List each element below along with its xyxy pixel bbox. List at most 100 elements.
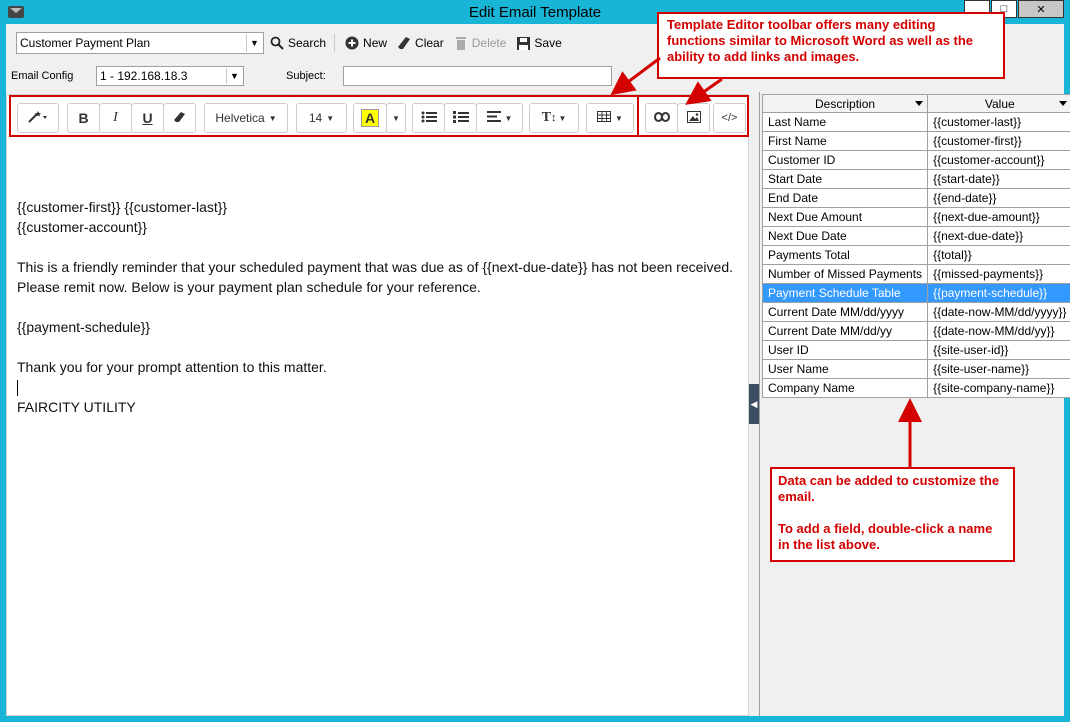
field-value[interactable]: {{customer-first}} bbox=[927, 131, 1070, 151]
insert-image-button[interactable] bbox=[677, 103, 710, 133]
template-editor[interactable]: B I U Helvetica ▼ 14 ▼ A ▼ ▼ T ↕ ▼ ▼ </>… bbox=[6, 94, 749, 716]
table-row[interactable]: Next Due Amount {{next-due-amount}} bbox=[761, 207, 1070, 227]
numbered-list-button[interactable] bbox=[444, 103, 477, 133]
field-description[interactable]: User Name bbox=[761, 359, 929, 379]
subject-input[interactable] bbox=[343, 66, 612, 86]
chevron-down-icon[interactable]: ▼ bbox=[246, 34, 262, 52]
clear-button-label: Clear bbox=[415, 36, 444, 50]
table-row[interactable]: Company Name {{site-company-name}} bbox=[761, 378, 1070, 398]
code-view-button[interactable]: </> bbox=[713, 103, 746, 133]
save-button[interactable]: Save bbox=[516, 36, 562, 50]
field-value[interactable]: {{total}} bbox=[927, 245, 1070, 265]
field-value[interactable]: {{date-now-MM/dd/yyyy}} bbox=[927, 302, 1070, 322]
table-row[interactable]: Current Date MM/dd/yyyy {{date-now-MM/dd/… bbox=[761, 302, 1070, 322]
field-value[interactable]: {{site-user-id}} bbox=[927, 340, 1070, 360]
field-description[interactable]: Company Name bbox=[761, 378, 929, 398]
table-row[interactable]: User ID {{site-user-id}} bbox=[761, 340, 1070, 360]
field-description[interactable]: Next Due Date bbox=[761, 226, 929, 246]
field-description[interactable]: Current Date MM/dd/yyyy bbox=[761, 302, 929, 322]
subject-label: Subject: bbox=[286, 70, 326, 82]
field-value[interactable]: {{start-date}} bbox=[927, 169, 1070, 189]
font-family-dropdown[interactable]: Helvetica ▼ bbox=[204, 103, 288, 133]
chevron-down-icon[interactable]: ▼ bbox=[226, 68, 242, 84]
search-icon bbox=[270, 36, 284, 50]
table-row[interactable]: Customer ID {{customer-account}} bbox=[761, 150, 1070, 170]
main-toolbar: Customer Payment Plan ▼ Search New Clear bbox=[16, 32, 562, 54]
email-config-label: Email Config bbox=[11, 70, 74, 82]
toolbar-divider bbox=[334, 34, 336, 52]
table-row-selected[interactable]: Payment Schedule Table {{payment-schedule… bbox=[761, 283, 1070, 303]
delete-button[interactable]: Delete bbox=[454, 36, 506, 50]
field-description[interactable]: First Name bbox=[761, 131, 929, 151]
field-value[interactable]: {{customer-account}} bbox=[927, 150, 1070, 170]
field-value[interactable]: {{missed-payments}} bbox=[927, 264, 1070, 284]
highlight-color-dropdown[interactable]: ▼ bbox=[386, 103, 406, 133]
table-row[interactable]: User Name {{site-user-name}} bbox=[761, 359, 1070, 379]
table-row[interactable]: Start Date {{start-date}} bbox=[761, 169, 1070, 189]
field-description[interactable]: User ID bbox=[761, 340, 929, 360]
data-callout-text-1: Data can be added to customize the email… bbox=[778, 473, 1000, 504]
email-config-select[interactable]: 1 - 192.168.18.3 ▼ bbox=[96, 66, 244, 86]
field-value[interactable]: {{next-due-amount}} bbox=[927, 207, 1070, 227]
underline-button[interactable]: U bbox=[131, 103, 164, 133]
field-description[interactable]: Payments Total bbox=[761, 245, 929, 265]
table-row[interactable]: Current Date MM/dd/yy {{date-now-MM/dd/yy… bbox=[761, 321, 1070, 341]
magic-wand-button[interactable] bbox=[17, 103, 59, 133]
template-select[interactable]: Customer Payment Plan ▼ bbox=[16, 32, 264, 54]
bullet-list-button[interactable] bbox=[412, 103, 445, 133]
bold-button[interactable]: B bbox=[67, 103, 100, 133]
caret-down-icon: ▼ bbox=[504, 113, 513, 123]
table-row[interactable]: Number of Missed Payments {{missed-paymen… bbox=[761, 264, 1070, 284]
fields-grid: Description Value Last Name {{customer-la… bbox=[761, 94, 1070, 398]
collapse-arrow-icon[interactable]: ◀ bbox=[749, 384, 759, 424]
field-value[interactable]: {{customer-last}} bbox=[927, 112, 1070, 132]
field-description[interactable]: Start Date bbox=[761, 169, 929, 189]
table-row[interactable]: End Date {{end-date}} bbox=[761, 188, 1070, 208]
search-button[interactable]: Search bbox=[270, 36, 326, 50]
field-description[interactable]: Last Name bbox=[761, 112, 929, 132]
new-button[interactable]: New bbox=[345, 36, 387, 50]
close-button[interactable]: ✕ bbox=[1018, 0, 1064, 18]
field-description[interactable]: Next Due Amount bbox=[761, 207, 929, 227]
font-size-dropdown[interactable]: 14 ▼ bbox=[296, 103, 347, 133]
field-value[interactable]: {{next-due-date}} bbox=[927, 226, 1070, 246]
window-client: Customer Payment Plan ▼ Search New Clear bbox=[6, 24, 1070, 716]
filter-dropdown-icon[interactable] bbox=[1059, 101, 1068, 106]
table-row[interactable]: Last Name {{customer-last}} bbox=[761, 112, 1070, 132]
table-dropdown[interactable]: ▼ bbox=[586, 103, 634, 133]
field-value[interactable]: {{payment-schedule}} bbox=[927, 283, 1070, 303]
italic-button[interactable]: I bbox=[99, 103, 132, 133]
field-description[interactable]: Current Date MM/dd/yy bbox=[761, 321, 929, 341]
text-caret bbox=[17, 380, 18, 397]
clear-button[interactable]: Clear bbox=[397, 36, 444, 50]
editor-line: FAIRCITY UTILITY bbox=[17, 399, 136, 415]
field-value[interactable]: {{date-now-MM/dd/yy}} bbox=[927, 321, 1070, 341]
value-column-header[interactable]: Value bbox=[927, 94, 1070, 113]
field-description[interactable]: Customer ID bbox=[761, 150, 929, 170]
email-config-value: 1 - 192.168.18.3 bbox=[100, 69, 188, 83]
filter-dropdown-icon[interactable] bbox=[915, 101, 924, 106]
align-dropdown[interactable]: ▼ bbox=[476, 103, 523, 133]
field-value[interactable]: {{site-company-name}} bbox=[927, 378, 1070, 398]
table-row[interactable]: First Name {{customer-first}} bbox=[761, 131, 1070, 151]
editor-content[interactable]: {{customer-first}} {{customer-last}} {{c… bbox=[17, 177, 747, 417]
callout-divider bbox=[637, 95, 639, 137]
field-description[interactable]: Payment Schedule Table bbox=[761, 283, 929, 303]
bold-label: B bbox=[78, 110, 89, 126]
field-value[interactable]: {{site-user-name}} bbox=[927, 359, 1070, 379]
save-button-label: Save bbox=[534, 36, 562, 50]
insert-link-button[interactable] bbox=[645, 103, 678, 133]
editor-line bbox=[17, 377, 747, 397]
field-value[interactable]: {{end-date}} bbox=[927, 188, 1070, 208]
clear-format-button[interactable] bbox=[163, 103, 196, 133]
text-size-dropdown[interactable]: T ↕ ▼ bbox=[529, 103, 579, 133]
description-column-header[interactable]: Description bbox=[761, 94, 929, 113]
highlight-color-button[interactable]: A bbox=[353, 103, 387, 133]
email-settings-row: Email Config 1 - 192.168.18.3 ▼ Subject: bbox=[11, 66, 711, 88]
panel-splitter[interactable]: ◀ bbox=[749, 94, 759, 716]
field-description[interactable]: Number of Missed Payments bbox=[761, 264, 929, 284]
table-row[interactable]: Next Due Date {{next-due-date}} bbox=[761, 226, 1070, 246]
image-icon bbox=[686, 110, 701, 126]
field-description[interactable]: End Date bbox=[761, 188, 929, 208]
table-row[interactable]: Payments Total {{total}} bbox=[761, 245, 1070, 265]
